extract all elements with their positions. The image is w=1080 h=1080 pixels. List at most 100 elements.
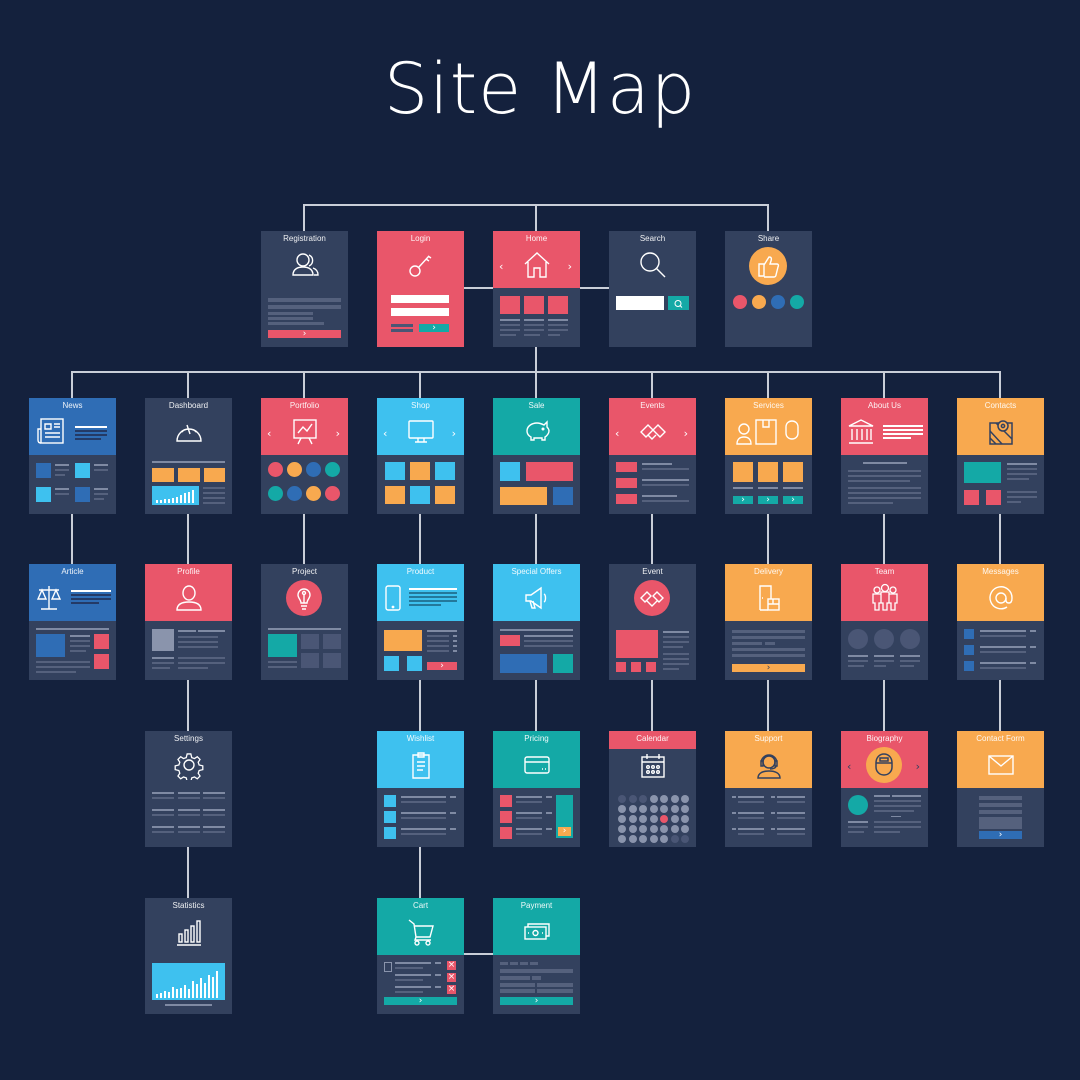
checkout-button[interactable]: › [558, 827, 571, 836]
address-field[interactable] [500, 989, 535, 993]
calendar-day[interactable] [628, 795, 637, 803]
calendar-day[interactable] [681, 825, 689, 833]
service-button[interactable]: › [783, 496, 803, 505]
next-icon[interactable]: › [916, 760, 920, 773]
product-variant[interactable] [384, 656, 399, 671]
offer-tile[interactable] [500, 635, 520, 646]
service-tile[interactable] [783, 462, 803, 482]
service-button[interactable]: › [758, 496, 778, 505]
sale-tile[interactable] [500, 462, 520, 481]
page-card-support[interactable]: Support [725, 731, 812, 847]
calendar-day[interactable] [628, 805, 637, 813]
tile[interactable] [524, 296, 544, 314]
widget-tile[interactable] [204, 468, 225, 482]
calendar-day[interactable] [660, 795, 668, 803]
calendar-day[interactable] [639, 795, 647, 803]
tile[interactable] [500, 296, 520, 314]
event-tile[interactable] [616, 494, 637, 504]
page-card-portfolio[interactable]: Portfolio ‹ › [261, 398, 348, 514]
page-card-settings[interactable]: Settings [145, 731, 232, 847]
message-avatar[interactable] [964, 661, 974, 671]
media-tile[interactable] [94, 634, 109, 649]
remove-item-button[interactable]: × [447, 985, 456, 994]
calendar-day[interactable] [639, 805, 647, 813]
member-avatar[interactable] [900, 629, 920, 649]
name-field[interactable] [979, 796, 1022, 800]
facebook-share-icon[interactable] [733, 295, 747, 309]
page-card-news[interactable]: News [29, 398, 116, 514]
page-card-share[interactable]: Share [725, 231, 812, 347]
email-field[interactable] [979, 803, 1022, 807]
calendar-day[interactable] [681, 815, 689, 823]
tile[interactable] [548, 296, 568, 314]
product-tile[interactable] [385, 486, 405, 504]
calendar-day[interactable] [681, 805, 689, 813]
sale-tile[interactable] [500, 487, 547, 505]
portfolio-item[interactable] [306, 486, 321, 501]
event-tile[interactable] [616, 662, 626, 672]
search-button[interactable] [668, 296, 689, 310]
page-card-product[interactable]: Product › [377, 564, 464, 680]
expiry-field[interactable] [500, 976, 530, 980]
page-card-article[interactable]: Article [29, 564, 116, 680]
chart-widget[interactable] [152, 486, 199, 505]
member-avatar[interactable] [874, 629, 894, 649]
page-card-delivery[interactable]: Delivery › [725, 564, 812, 680]
event-tile[interactable] [631, 662, 641, 672]
calendar-day[interactable] [639, 835, 647, 843]
like-share-icon[interactable] [771, 295, 785, 309]
page-card-special-offers[interactable]: Special Offers [493, 564, 580, 680]
order-button[interactable]: › [732, 664, 805, 673]
more-dots[interactable] [891, 816, 901, 817]
offer-tile[interactable] [553, 654, 573, 673]
calendar-day[interactable] [670, 805, 679, 813]
product-tile[interactable] [385, 462, 405, 480]
price-item-image[interactable] [500, 795, 512, 807]
megaphone-share-icon[interactable] [790, 295, 804, 309]
calendar-day[interactable] [639, 825, 647, 833]
calendar-day[interactable] [628, 815, 637, 823]
service-tile[interactable] [758, 462, 778, 482]
city-field[interactable] [537, 989, 573, 993]
project-tile[interactable] [301, 634, 319, 649]
wishlist-item-image[interactable] [384, 811, 396, 823]
portfolio-item[interactable] [268, 486, 283, 501]
page-card-project[interactable]: Project [261, 564, 348, 680]
statistics-chart[interactable] [152, 963, 225, 1000]
page-card-event[interactable]: Event [609, 564, 696, 680]
page-card-login[interactable]: Login › [377, 231, 464, 347]
page-card-calendar[interactable]: Calendar [609, 731, 696, 847]
calendar-day[interactable] [660, 825, 668, 833]
calendar-day[interactable] [670, 815, 679, 823]
project-tile[interactable] [323, 634, 341, 649]
submit-button[interactable]: › [268, 330, 341, 339]
calendar-day[interactable] [649, 815, 658, 823]
offer-tile[interactable] [500, 654, 547, 673]
page-card-services[interactable]: Services › › › [725, 398, 812, 514]
tile[interactable] [75, 463, 90, 478]
calendar-day[interactable] [660, 815, 668, 823]
media-tile[interactable] [94, 654, 109, 669]
calendar-day[interactable] [649, 835, 658, 843]
calendar-day[interactable] [649, 825, 658, 833]
project-tile[interactable] [301, 653, 319, 668]
calendar-day[interactable] [639, 815, 647, 823]
sale-tile[interactable] [553, 487, 573, 505]
portfolio-item[interactable] [268, 462, 283, 477]
page-card-dashboard[interactable]: Dashboard [145, 398, 232, 514]
avatar[interactable] [152, 629, 174, 651]
username-field[interactable] [391, 295, 449, 303]
calendar-day[interactable] [618, 825, 626, 833]
prev-icon[interactable]: ‹ [847, 760, 851, 773]
calendar-day[interactable] [618, 835, 626, 843]
calendar-day[interactable] [681, 795, 689, 803]
message-field[interactable] [979, 817, 1022, 829]
page-card-messages[interactable]: Messages [957, 564, 1044, 680]
media-tile[interactable] [36, 634, 65, 657]
page-card-search[interactable]: Search [609, 231, 696, 347]
event-tile[interactable] [646, 662, 656, 672]
wishlist-item-image[interactable] [384, 827, 396, 839]
page-card-contacts[interactable]: Contacts [957, 398, 1044, 514]
page-card-about-us[interactable]: About Us [841, 398, 928, 514]
service-tile[interactable] [733, 462, 753, 482]
